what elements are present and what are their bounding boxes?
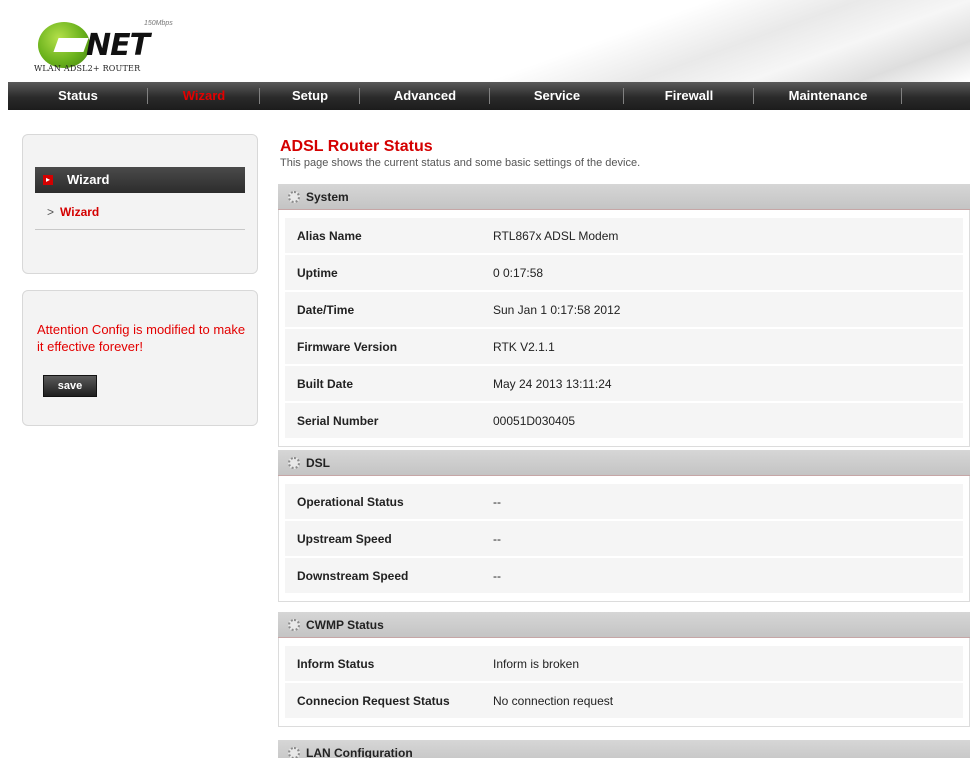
table-row: Inform Status Inform is broken (285, 646, 963, 681)
section-system: System Alias Name RTL867x ADSL Modem Upt… (278, 184, 970, 447)
row-label: Serial Number (297, 413, 379, 428)
attention-panel: Attention Config is modified to make it … (22, 290, 258, 426)
section-header: System (278, 184, 970, 210)
row-value: 0 0:17:58 (493, 265, 544, 280)
page-description: This page shows the current status and s… (280, 157, 641, 169)
header-decoration (450, 0, 970, 82)
header: NET 150Mbps WLAN ADSL2+ ROUTER (0, 0, 970, 82)
row-label: Date/Time (297, 302, 355, 317)
table-row: Firmware Version RTK V2.1.1 (285, 329, 963, 364)
row-value: Sun Jan 1 0:17:58 2012 (493, 302, 621, 317)
section-title: DSL (306, 456, 330, 470)
row-label: Downstream Speed (297, 568, 409, 583)
section-body: Inform Status Inform is broken Connecion… (278, 638, 970, 727)
row-label: Alias Name (297, 228, 362, 243)
section-dsl: DSL Operational Status -- Upstream Speed… (278, 450, 970, 602)
section-cwmp: CWMP Status Inform Status Inform is brok… (278, 612, 970, 727)
row-label: Operational Status (297, 494, 404, 509)
gear-icon (288, 191, 300, 203)
row-value: -- (493, 494, 501, 509)
row-value: -- (493, 568, 501, 583)
nav-maintenance[interactable]: Maintenance (754, 82, 902, 110)
row-value: May 24 2013 13:11:24 (493, 376, 612, 391)
row-value: No connection request (493, 693, 614, 708)
nav-firewall[interactable]: Firewall (624, 82, 754, 110)
table-row: Upstream Speed -- (285, 521, 963, 556)
table-row: Serial Number 00051D030405 (285, 403, 963, 438)
main-content-header: ADSL Router Status This page shows the c… (278, 138, 970, 169)
table-row: Operational Status -- (285, 484, 963, 519)
table-row: Connecion Request Status No connection r… (285, 683, 963, 718)
section-title: LAN Configuration (306, 746, 413, 758)
row-label: Built Date (297, 376, 354, 391)
section-lan: LAN Configuration (278, 740, 970, 758)
table-row: Built Date May 24 2013 13:11:24 (285, 366, 963, 401)
divider (35, 229, 245, 230)
section-title: CWMP Status (306, 618, 384, 632)
logo-subtitle: WLAN ADSL2+ ROUTER (34, 64, 141, 73)
row-label: Connecion Request Status (297, 693, 450, 708)
section-header: CWMP Status (278, 612, 970, 638)
nav-setup[interactable]: Setup (260, 82, 360, 110)
arrow-right-icon: ▸ (43, 175, 53, 185)
section-title: System (306, 190, 349, 204)
nav-status[interactable]: Status (8, 82, 148, 110)
row-label: Upstream Speed (297, 531, 392, 546)
save-button[interactable]: save (43, 375, 97, 397)
nav-service[interactable]: Service (490, 82, 624, 110)
table-row: Uptime 0 0:17:58 (285, 255, 963, 290)
section-body: Alias Name RTL867x ADSL Modem Uptime 0 0… (278, 210, 970, 447)
row-label: Inform Status (297, 656, 375, 671)
section-header: LAN Configuration (278, 740, 970, 758)
table-row: Date/Time Sun Jan 1 0:17:58 2012 (285, 292, 963, 327)
section-header: DSL (278, 450, 970, 476)
table-row: Downstream Speed -- (285, 558, 963, 593)
row-label: Firmware Version (297, 339, 398, 354)
sidebar-menu-panel: ▸ Wizard > Wizard (22, 134, 258, 274)
section-body: Operational Status -- Upstream Speed -- … (278, 476, 970, 602)
row-value: RTK V2.1.1 (493, 339, 555, 354)
row-value: RTL867x ADSL Modem (493, 228, 619, 243)
gear-icon (288, 619, 300, 631)
row-label: Uptime (297, 265, 338, 280)
gear-icon (288, 457, 300, 469)
attention-message: Attention Config is modified to make it … (37, 322, 246, 354)
sidebar-header[interactable]: ▸ Wizard (35, 167, 245, 193)
sidebar-item-wizard[interactable]: > Wizard (47, 205, 99, 219)
row-value: -- (493, 531, 501, 546)
row-value: 00051D030405 (493, 413, 576, 428)
brand-logo: NET 150Mbps WLAN ADSL2+ ROUTER (34, 8, 184, 78)
row-value: Inform is broken (493, 656, 580, 671)
page-title: ADSL Router Status (280, 138, 433, 155)
sidebar-header-label: Wizard (67, 172, 110, 187)
table-row: Alias Name RTL867x ADSL Modem (285, 218, 963, 253)
sidebar-item-label: Wizard (60, 205, 100, 219)
nav-wizard[interactable]: Wizard (148, 82, 260, 110)
logo-speed-text: 150Mbps (144, 20, 173, 27)
logo-text: NET (86, 28, 150, 63)
logo-g-cut (53, 38, 89, 52)
chevron-right-icon: > (47, 205, 55, 219)
main-nav: Status Wizard Setup Advanced Service Fir… (8, 82, 970, 110)
nav-advanced[interactable]: Advanced (360, 82, 490, 110)
gear-icon (288, 747, 300, 758)
